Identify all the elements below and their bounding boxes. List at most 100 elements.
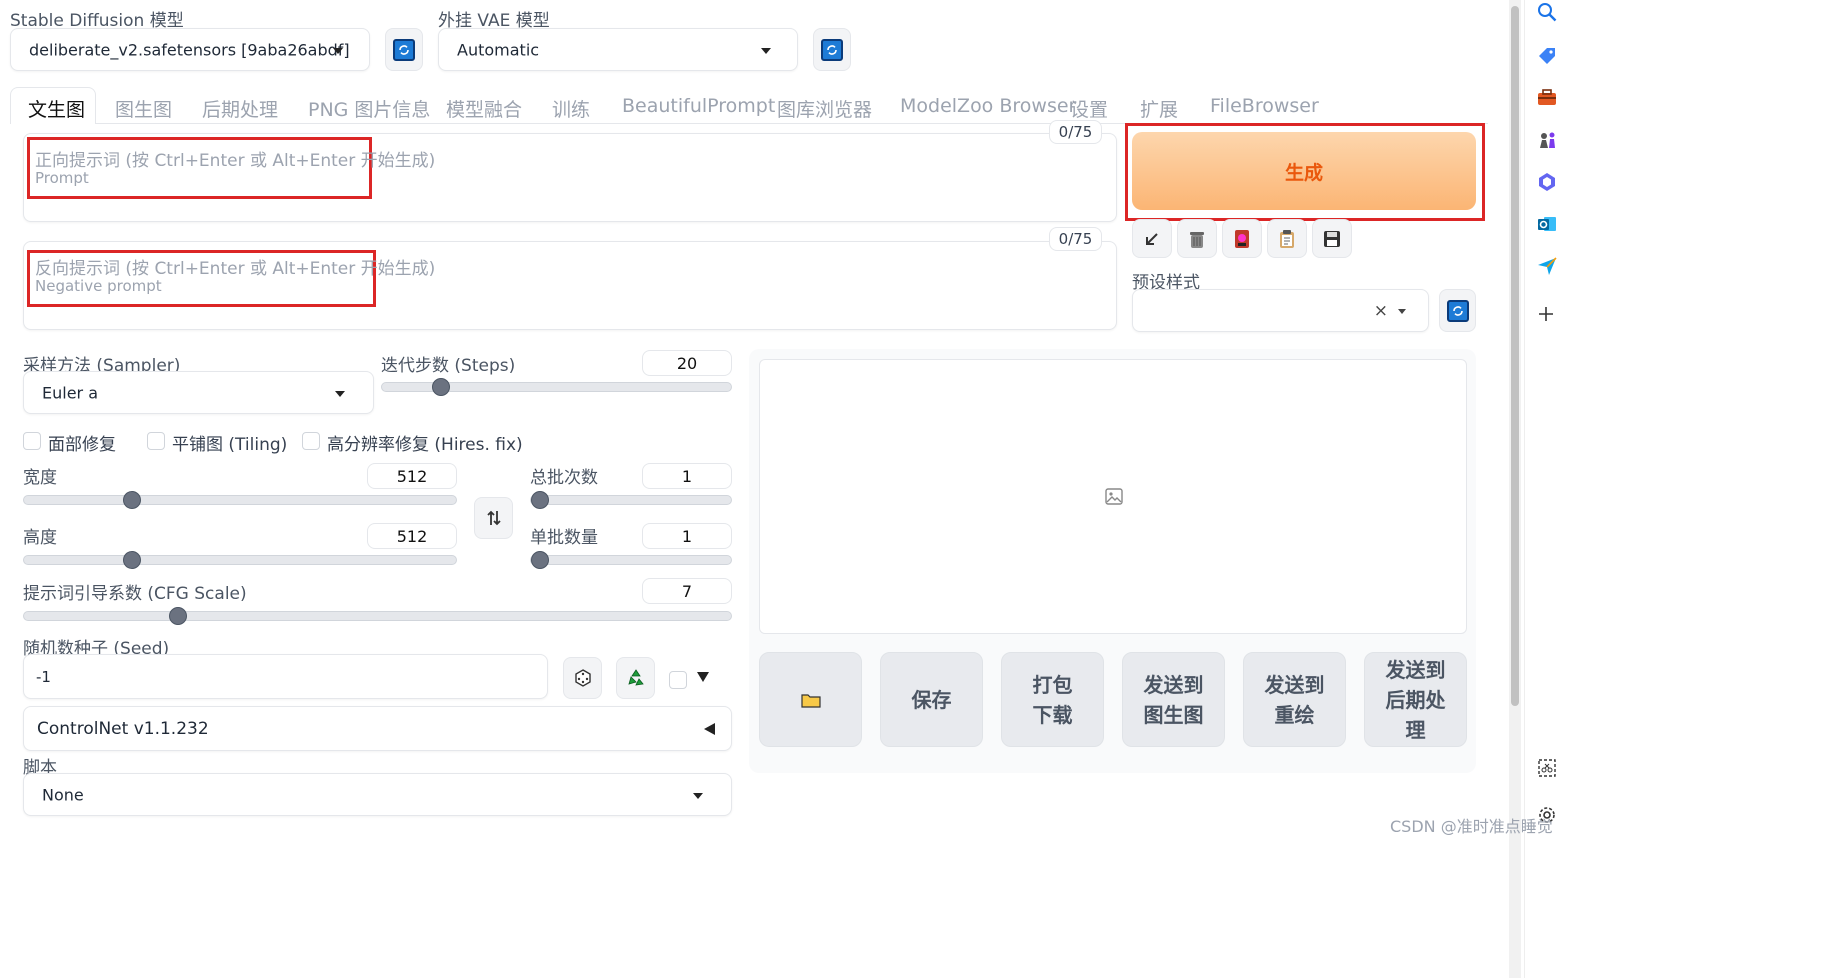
negative-placeholder: 反向提示词 (按 Ctrl+Enter 或 Alt+Enter 开始生成) xyxy=(35,259,436,279)
refresh-icon xyxy=(1446,299,1469,322)
sampler-value: Euler a xyxy=(42,383,99,402)
chevron-down-icon xyxy=(335,391,345,397)
batch-size-input[interactable]: 1 xyxy=(642,523,732,549)
generate-button[interactable]: 生成 xyxy=(1132,132,1476,210)
swap-dimensions-button[interactable] xyxy=(474,497,513,539)
negative-placeholder-en: Negative prompt xyxy=(35,277,162,295)
cfg-input[interactable]: 7 xyxy=(642,578,732,604)
script-value: None xyxy=(42,785,84,804)
sampler-select[interactable]: Euler a xyxy=(23,371,374,414)
refresh-vae-button[interactable] xyxy=(813,28,851,71)
extra-seed-checkbox[interactable] xyxy=(669,671,687,689)
tiling-label: 平铺图 (Tiling) xyxy=(172,435,288,455)
sd-model-select[interactable]: deliberate_v2.safetensors [9aba26abdf] xyxy=(10,28,370,71)
batch-count-input[interactable]: 1 xyxy=(642,463,732,489)
send-to-inpaint-button[interactable]: 发送到重绘 xyxy=(1243,652,1346,747)
chess-icon[interactable] xyxy=(1537,130,1557,150)
height-slider-handle[interactable] xyxy=(123,551,142,569)
seed-input[interactable]: -1 xyxy=(23,654,548,699)
tab-image-browser[interactable]: 图库浏览器 xyxy=(777,95,872,122)
batch-size-label: 单批数量 xyxy=(530,528,598,548)
steps-slider[interactable] xyxy=(381,378,732,396)
floppy-disk-icon xyxy=(1324,230,1340,247)
scrollbar-thumb[interactable] xyxy=(1511,6,1519,706)
sd-model-value: deliberate_v2.safetensors [9aba26abdf] xyxy=(29,40,350,59)
steps-slider-handle[interactable] xyxy=(431,378,450,396)
width-label: 宽度 xyxy=(23,468,57,488)
height-input[interactable]: 512 xyxy=(367,523,457,549)
apply-style-button[interactable] xyxy=(1267,219,1307,258)
zip-download-button[interactable]: 打包下载 xyxy=(1001,652,1104,747)
random-seed-button[interactable] xyxy=(563,657,602,699)
controlnet-accordion[interactable]: ControlNet v1.1.232 xyxy=(23,706,732,751)
save-button[interactable]: 保存 xyxy=(880,652,983,747)
card-icon xyxy=(1235,229,1249,248)
controlnet-label: ControlNet v1.1.232 xyxy=(37,718,209,739)
clear-prompt-button[interactable] xyxy=(1177,219,1217,258)
tab-beautifulprompt[interactable]: BeautifulPrompt xyxy=(622,95,775,117)
outlook-icon[interactable] xyxy=(1537,214,1557,234)
add-icon[interactable] xyxy=(1537,305,1555,323)
send-icon[interactable] xyxy=(1537,256,1557,276)
tab-merge[interactable]: 模型融合 xyxy=(446,95,522,122)
tab-txt2img[interactable]: 文生图 xyxy=(10,87,96,124)
triangle-left-icon xyxy=(704,723,715,735)
send-to-img2img-label: 发送到图生图 xyxy=(1143,672,1204,727)
chevron-down-icon xyxy=(693,793,703,799)
hires-fix-checkbox[interactable] xyxy=(302,432,320,450)
batch-count-slider[interactable] xyxy=(530,491,732,509)
tab-img2img[interactable]: 图生图 xyxy=(115,95,172,122)
tag-icon[interactable] xyxy=(1537,46,1557,66)
folder-icon xyxy=(800,693,821,708)
tab-png-info[interactable]: PNG 图片信息 xyxy=(308,95,430,122)
cfg-slider[interactable] xyxy=(23,607,732,625)
face-restore-label: 面部修复 xyxy=(48,435,116,455)
copilot-icon[interactable] xyxy=(1537,172,1557,192)
tab-label: 文生图 xyxy=(28,99,86,121)
vae-select[interactable]: Automatic xyxy=(438,28,798,71)
save-style-button[interactable] xyxy=(1312,219,1352,258)
image-gallery[interactable] xyxy=(759,359,1467,634)
width-input[interactable]: 512 xyxy=(367,463,457,489)
script-select[interactable]: None xyxy=(23,773,732,816)
tab-train[interactable]: 训练 xyxy=(552,95,590,122)
triangle-down-icon[interactable] xyxy=(697,672,709,682)
styles-dropdown[interactable]: × xyxy=(1132,289,1429,332)
tiling-checkbox[interactable] xyxy=(147,432,165,450)
batch-size-slider-handle[interactable] xyxy=(531,551,549,569)
prompt-token-counter: 0/75 xyxy=(1049,120,1102,144)
clear-icon[interactable]: × xyxy=(1374,301,1388,321)
cfg-slider-handle[interactable] xyxy=(168,607,187,625)
batch-count-slider-handle[interactable] xyxy=(531,491,549,509)
chevron-down-icon xyxy=(1398,309,1406,314)
tab-extensions[interactable]: 扩展 xyxy=(1140,95,1178,122)
face-restore-checkbox[interactable] xyxy=(23,432,41,450)
clipboard-icon xyxy=(1280,229,1294,248)
swap-vertical-icon xyxy=(486,510,501,526)
batch-size-slider[interactable] xyxy=(530,551,732,569)
read-params-button[interactable] xyxy=(1132,219,1172,258)
search-icon[interactable] xyxy=(1537,2,1557,22)
refresh-sd-model-button[interactable] xyxy=(385,28,423,71)
tab-settings[interactable]: 设置 xyxy=(1070,95,1108,122)
open-folder-button[interactable] xyxy=(759,652,862,747)
reuse-seed-button[interactable] xyxy=(616,657,655,699)
height-slider[interactable] xyxy=(23,551,457,569)
tab-extras[interactable]: 后期处理 xyxy=(202,95,278,122)
refresh-styles-button[interactable] xyxy=(1439,289,1476,332)
width-slider[interactable] xyxy=(23,491,457,509)
send-to-inpaint-label: 发送到重绘 xyxy=(1264,672,1325,727)
width-slider-handle[interactable] xyxy=(123,491,142,509)
negative-token-counter: 0/75 xyxy=(1049,227,1102,251)
chevron-down-icon xyxy=(333,48,343,54)
send-to-img2img-button[interactable]: 发送到图生图 xyxy=(1122,652,1225,747)
extra-networks-button[interactable] xyxy=(1222,219,1262,258)
toolbox-icon[interactable] xyxy=(1537,88,1557,106)
tab-modelzoo[interactable]: ModelZoo Browser xyxy=(900,95,1076,117)
screenshot-icon[interactable] xyxy=(1537,758,1557,778)
chevron-down-icon xyxy=(761,48,771,54)
steps-input[interactable]: 20 xyxy=(642,350,732,376)
tab-filebrowser[interactable]: FileBrowser xyxy=(1210,95,1319,117)
send-to-extras-button[interactable]: 发送到后期处理 xyxy=(1364,652,1467,747)
prompt-placeholder: 正向提示词 (按 Ctrl+Enter 或 Alt+Enter 开始生成) xyxy=(35,151,436,171)
